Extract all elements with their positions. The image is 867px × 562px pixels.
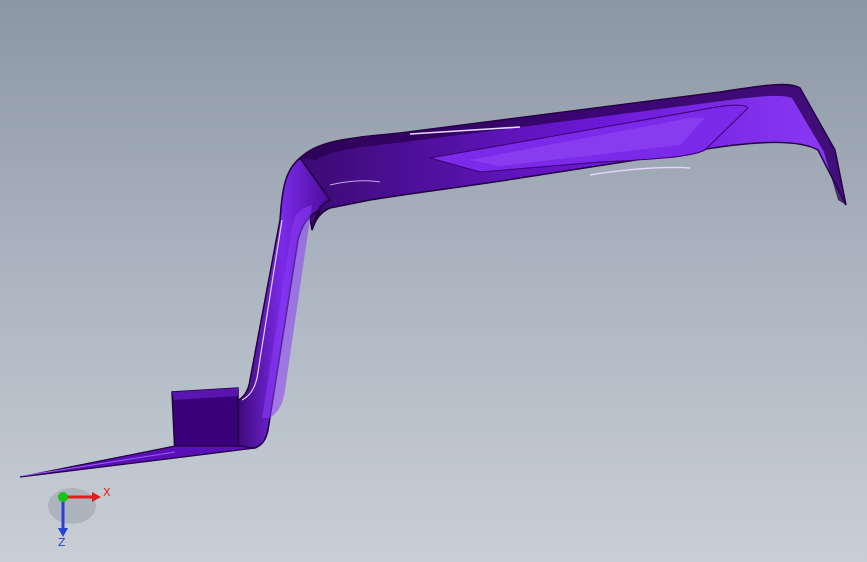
x-axis-label: X [103,486,111,499]
triad-shadow [48,488,96,524]
z-axis-label: Z [58,536,66,548]
3d-graphics-viewport[interactable]: X Z [0,0,867,562]
lower-flange-edge [21,451,176,477]
arm-highlight-2 [589,166,691,176]
y-axis-dot [58,492,68,502]
reference-triad: X Z [48,486,111,548]
model-geometry[interactable] [0,0,867,562]
x-axis-arrow [92,492,101,502]
lower-flange [19,445,256,478]
